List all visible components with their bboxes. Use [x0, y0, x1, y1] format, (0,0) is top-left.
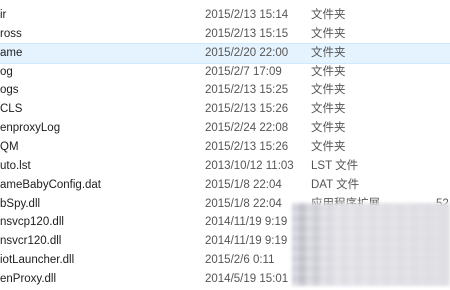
file-row[interactable]: ir 2015/2/13 15:14 文件夹: [0, 5, 450, 26]
blur-overlay: [292, 203, 450, 286]
file-name: ame: [0, 46, 23, 59]
file-type: 文件夹: [311, 140, 346, 153]
file-name: CLS: [0, 103, 23, 116]
file-type: DAT 文件: [311, 178, 360, 191]
file-row[interactable]: ross 2015/2/13 15:15 文件夹: [0, 24, 450, 45]
file-name: ogs: [0, 84, 19, 97]
file-date-modified: 2015/2/13 15:14: [205, 9, 289, 21]
file-row[interactable]: QM 2015/2/13 15:26 文件夹: [0, 137, 450, 158]
file-date-modified: 2015/2/13 15:26: [205, 140, 289, 153]
file-date-modified: 2015/2/7 17:09: [205, 65, 282, 78]
file-type: 文件夹: [311, 103, 346, 116]
file-type: 文件夹: [311, 46, 346, 59]
file-row[interactable]: CLS 2015/2/13 15:26 文件夹: [0, 99, 450, 120]
file-type: 文件夹: [311, 122, 346, 135]
file-list: ir 2015/2/13 15:14 文件夹 ross 2015/2/13 15…: [0, 0, 450, 286]
file-type: 文件夹: [311, 27, 346, 40]
file-row[interactable]: enproxyLog 2015/2/24 22:08 文件夹: [0, 118, 450, 139]
file-type: 文件夹: [311, 84, 346, 97]
file-name: ameBabyConfig.dat: [0, 178, 102, 191]
file-date-modified: 2015/2/13 15:25: [205, 84, 289, 97]
file-row[interactable]: og 2015/2/7 17:09 文件夹: [0, 62, 450, 83]
file-name: ross: [0, 27, 22, 40]
file-name: bSpy.dll: [0, 197, 41, 210]
file-date-modified: 2015/1/8 22:04: [205, 178, 282, 191]
file-name: ir: [0, 9, 7, 21]
file-date-modified: 2015/2/13 15:26: [205, 103, 289, 116]
file-type: 文件夹: [311, 9, 346, 21]
file-type: LST 文件: [311, 159, 359, 172]
file-row[interactable]: ame 2015/2/20 22:00 文件夹: [0, 42, 450, 64]
file-name: uto.lst: [0, 159, 31, 172]
file-row[interactable]: ogs 2015/2/13 15:25 文件夹: [0, 80, 450, 101]
file-type: 文件夹: [311, 65, 346, 78]
file-name: iotLauncher.dll: [0, 254, 75, 267]
file-name: enproxyLog: [0, 122, 61, 135]
file-name: nsvcp120.dll: [0, 216, 64, 229]
file-name: QM: [0, 140, 19, 153]
file-row[interactable]: ameBabyConfig.dat 2015/1/8 22:04 DAT 文件: [0, 175, 450, 196]
file-date-modified: 2013/10/12 11:03: [205, 159, 294, 172]
file-name: og: [0, 65, 13, 78]
file-name: enProxy.dll: [0, 272, 57, 285]
file-name: nsvcr120.dll: [0, 235, 62, 248]
file-date-modified: 2015/2/13 15:15: [205, 27, 289, 40]
file-date-modified: 2015/2/20 22:00: [205, 46, 289, 59]
file-date-modified: 2015/2/24 22:08: [205, 122, 289, 135]
file-row[interactable]: uto.lst 2013/10/12 11:03 LST 文件: [0, 156, 450, 177]
